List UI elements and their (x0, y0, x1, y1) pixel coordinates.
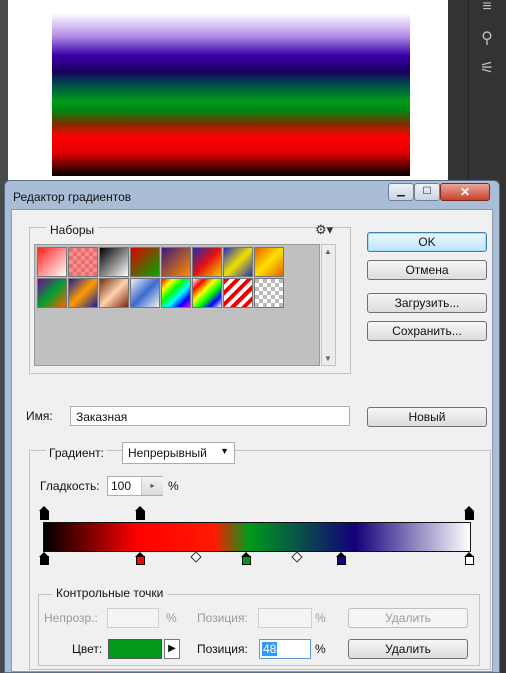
color-label: Цвет: (72, 642, 103, 656)
opacity-percent: % (166, 611, 177, 625)
opacity-position-percent: % (315, 611, 326, 625)
preset-swatch[interactable] (130, 278, 160, 308)
chevron-down-icon: ▼ (220, 446, 229, 456)
color-stop[interactable] (39, 552, 50, 566)
scroll-down-icon[interactable]: ▼ (324, 354, 332, 363)
gradient-editor-dialog: Редактор градиентов ▁ ☐ ✕ Наборы ⚙▾ ▲ ▼ … (4, 180, 500, 673)
color-stop-selected[interactable] (241, 552, 252, 566)
opacity-label: Непрозр.: (44, 611, 98, 625)
minimize-button[interactable]: ▁ (388, 183, 414, 201)
smoothness-arrow-icon[interactable]: ▸ (141, 477, 163, 495)
color-position-value: 48 (262, 642, 278, 656)
color-stop[interactable] (464, 552, 475, 566)
new-button[interactable]: Новый (367, 407, 487, 427)
gradient-type-value: Непрерывный (128, 446, 207, 460)
presets-label: Наборы (46, 223, 99, 237)
opacity-stop[interactable] (39, 506, 50, 521)
delete-opacity-stop-button: Удалить (348, 608, 468, 628)
color-position-input[interactable]: 48 (259, 639, 311, 659)
name-input[interactable]: Заказная (70, 406, 350, 426)
dialog-title: Редактор градиентов (13, 190, 132, 204)
preset-swatch[interactable] (68, 278, 98, 308)
preset-swatch[interactable] (192, 278, 222, 308)
gradient-type-select[interactable]: Непрерывный ▼ (122, 442, 235, 464)
color-position-label: Позиция: (197, 642, 248, 656)
title-bar[interactable]: Редактор градиентов ▁ ☐ ✕ (5, 181, 499, 211)
preset-swatch[interactable] (161, 278, 191, 308)
canvas-gradient-image (52, 13, 410, 176)
preset-swatch[interactable] (99, 247, 129, 277)
name-label: Имя: (26, 409, 53, 423)
adjust-tool-icon[interactable]: ⚟ (476, 58, 498, 80)
preset-swatch[interactable] (223, 278, 253, 308)
opacity-input (107, 608, 159, 628)
preset-swatch[interactable] (254, 278, 284, 308)
panel-menu-icon[interactable]: ≡ (476, 0, 498, 18)
opacity-stop[interactable] (135, 506, 146, 521)
opacity-stop[interactable] (464, 506, 475, 521)
smoothness-percent: % (168, 479, 179, 493)
load-button[interactable]: Загрузить... (367, 293, 487, 313)
preset-swatch[interactable] (37, 278, 67, 308)
color-menu-arrow-icon[interactable]: ▶ (164, 639, 180, 659)
preset-swatch[interactable] (99, 278, 129, 308)
color-stop[interactable] (336, 552, 347, 566)
preset-swatch[interactable] (130, 247, 160, 277)
scroll-up-icon[interactable]: ▲ (324, 247, 332, 256)
presets-swatch-area (34, 244, 320, 366)
gear-icon[interactable]: ⚙▾ (315, 222, 333, 238)
preset-swatch[interactable] (223, 247, 253, 277)
color-position-percent: % (315, 642, 326, 656)
save-button[interactable]: Сохранить... (367, 321, 487, 341)
close-button[interactable]: ✕ (440, 183, 490, 201)
color-swatch[interactable] (108, 639, 162, 659)
gradient-preview-bar[interactable] (43, 522, 471, 552)
opacity-position-label: Позиция: (197, 611, 248, 625)
stops-label: Контрольные точки (52, 586, 168, 600)
brush-tool-icon[interactable]: ⚲ (476, 28, 498, 50)
maximize-button[interactable]: ☐ (414, 183, 440, 201)
preset-swatch[interactable] (37, 247, 67, 277)
preset-swatch[interactable] (254, 247, 284, 277)
gradient-type-label: Градиент: (46, 446, 108, 460)
presets-scrollbar[interactable]: ▲ ▼ (321, 244, 336, 366)
preset-swatch[interactable] (161, 247, 191, 277)
preset-swatch[interactable] (68, 247, 98, 277)
smoothness-label: Гладкость: (40, 479, 100, 493)
delete-color-stop-button[interactable]: Удалить (348, 639, 468, 659)
preset-swatch[interactable] (192, 247, 222, 277)
dialog-client-area: Наборы ⚙▾ ▲ ▼ OK Отмена Загрузить... Сох… (11, 209, 493, 672)
ok-button[interactable]: OK (367, 232, 487, 252)
opacity-position-input (258, 608, 312, 628)
cancel-button[interactable]: Отмена (367, 260, 487, 280)
color-stop[interactable] (135, 552, 146, 566)
